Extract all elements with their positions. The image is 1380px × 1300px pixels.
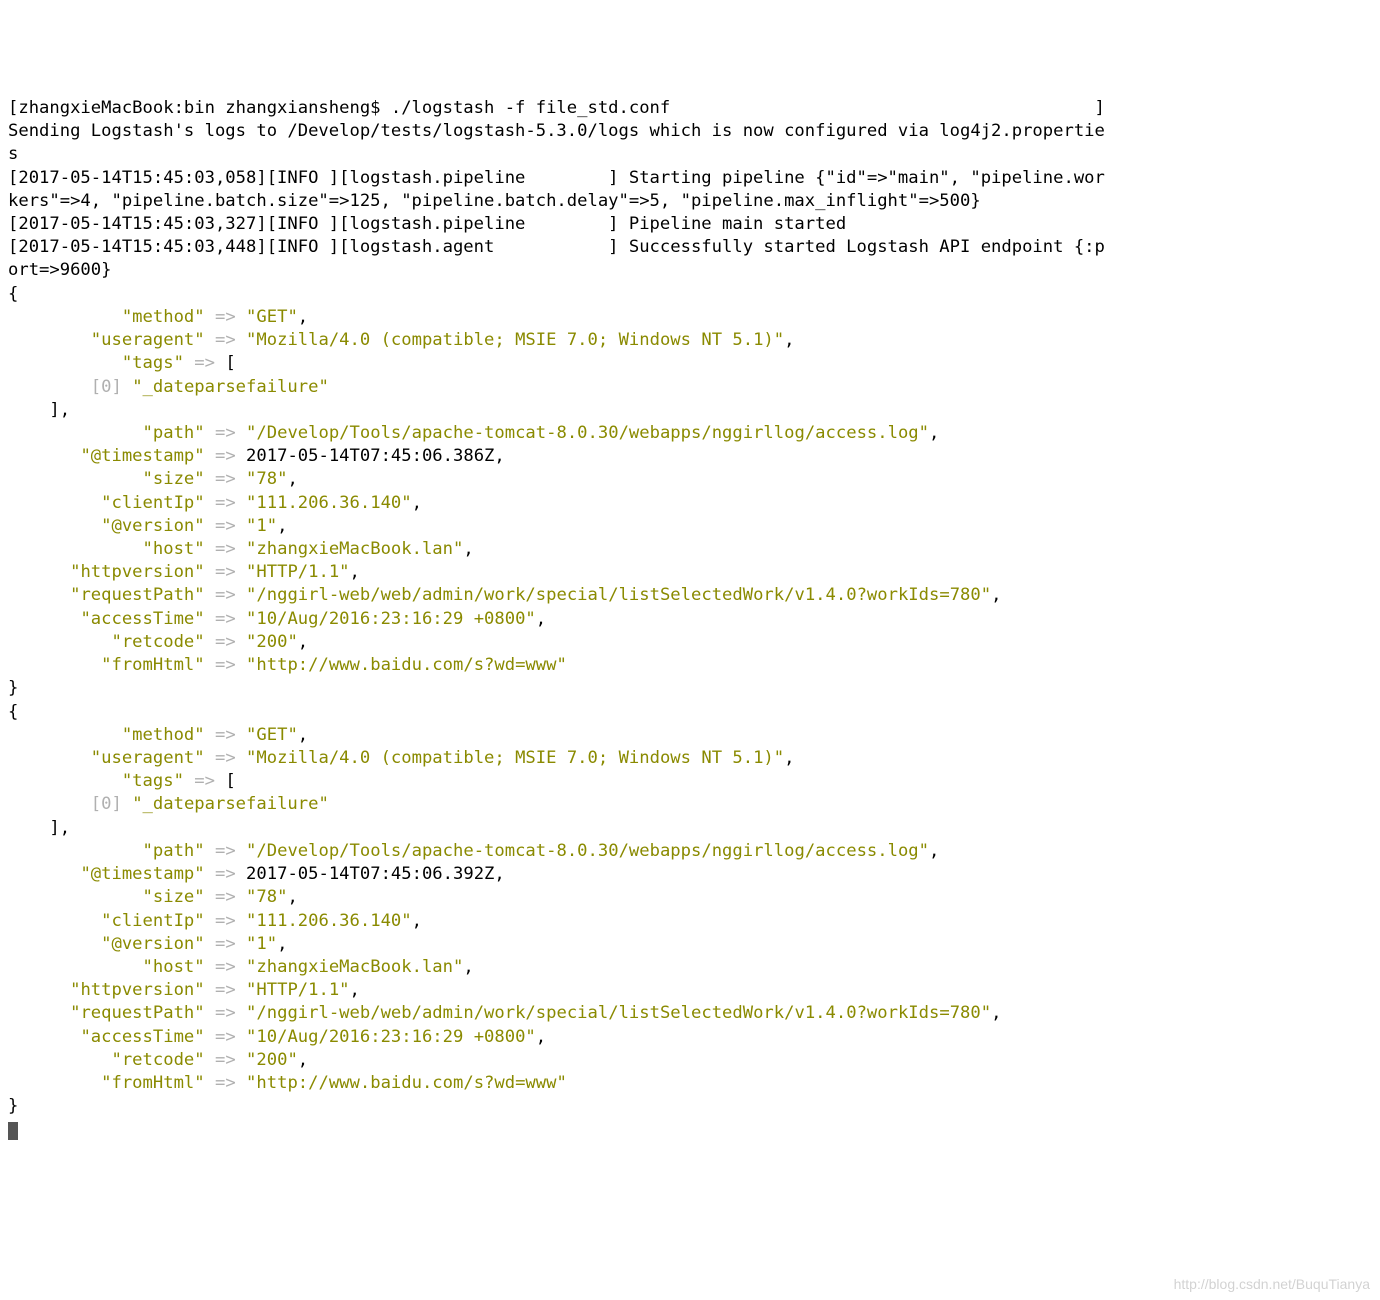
watermark: http://blog.csdn.net/BuquTianya <box>1174 1275 1370 1294</box>
cursor <box>8 1122 18 1140</box>
log-line: Sending Logstash's logs to /Develop/test… <box>8 121 1105 164</box>
log-line: [2017-05-14T15:45:03,448][INFO ][logstas… <box>8 237 1105 280</box>
shell-prompt: [zhangxieMacBook:bin zhangxiansheng$ ./l… <box>8 98 1105 118</box>
log-line: [2017-05-14T15:45:03,058][INFO ][logstas… <box>8 168 1105 211</box>
terminal-output[interactable]: [zhangxieMacBook:bin zhangxiansheng$ ./l… <box>8 97 1372 1142</box>
log-line: [2017-05-14T15:45:03,327][INFO ][logstas… <box>8 214 846 234</box>
